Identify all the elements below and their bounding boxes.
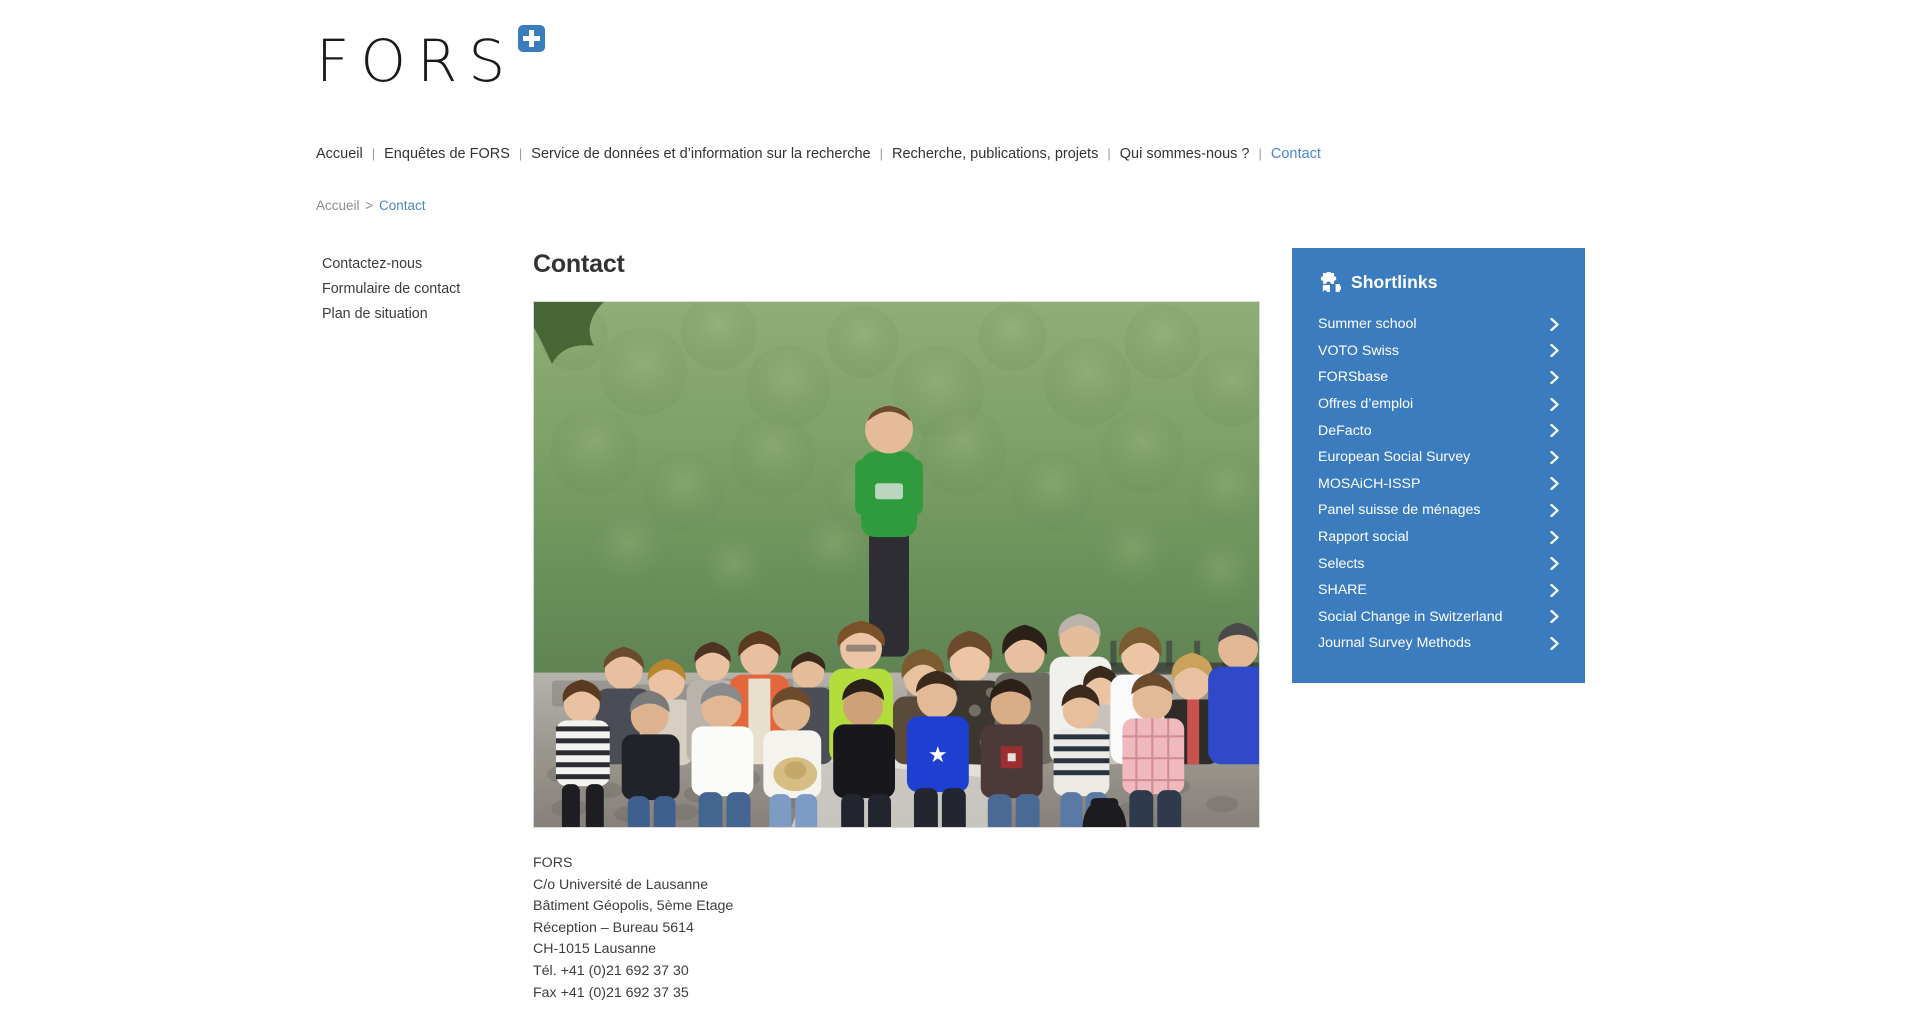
shortlink-label: DeFacto [1318,422,1372,439]
chevron-right-icon [1550,344,1559,358]
shortlink-forsbase[interactable]: FORSbase [1292,364,1585,391]
shortlinks-panel: Shortlinks Summer school VOTO Swiss FORS… [1292,248,1585,683]
shortlink-rapport-social[interactable]: Rapport social [1292,524,1585,551]
logo-wordmark[interactable]: FORS [316,14,516,90]
shortlink-label: FORSbase [1318,369,1389,386]
puzzle-piece-icon [1320,272,1341,293]
chevron-right-icon [1550,503,1559,517]
shortlinks-header: Shortlinks [1292,248,1585,307]
chevron-right-icon [1550,477,1559,491]
breadcrumb-separator: > [365,198,374,213]
swiss-cross-plus-icon [518,25,546,52]
chevron-right-icon [1550,636,1559,650]
nav-item-accueil[interactable]: Accueil [316,146,363,162]
nav-separator: | [879,146,883,161]
address-phone: Tél. +41 (0)21 692 37 30 [533,962,689,979]
sidebar-subnavigation: Contactez-nous Formulaire de contact Pla… [322,252,512,326]
chevron-right-icon [1550,557,1559,571]
nav-separator: | [371,146,376,161]
shortlink-label: SHARE [1318,582,1367,599]
main-navigation: Accueil | Enquêtes de FORS | Service de … [316,146,1321,162]
nav-item-qui-sommes-nous[interactable]: Qui sommes-nous ? [1120,146,1250,162]
shortlink-european-social-survey[interactable]: European Social Survey [1292,444,1585,471]
nav-item-recherche-publications[interactable]: Recherche, publications, projets [892,146,1098,162]
chevron-right-icon [1550,610,1559,624]
svg-text:★: ★ [928,743,948,768]
shortlink-label: Offres d’emploi [1318,396,1414,413]
shortlink-summer-school[interactable]: Summer school [1292,311,1585,338]
shortlink-label: Panel suisse de ménages [1318,502,1481,519]
nav-item-service-donnees[interactable]: Service de données et d’information sur … [531,146,870,162]
shortlink-defacto[interactable]: DeFacto [1292,417,1585,444]
sidebar-item-contactez-nous[interactable]: Contactez-nous [322,252,512,277]
shortlink-label: Summer school [1318,316,1417,333]
chevron-right-icon [1550,450,1559,464]
shortlink-label: Selects [1318,555,1365,572]
shortlink-social-change-in-switzerland[interactable]: Social Change in Switzerland [1292,604,1585,631]
sidebar-item-plan-de-situation[interactable]: Plan de situation [322,302,512,327]
shortlink-label: European Social Survey [1318,449,1471,466]
shortlink-label: Journal Survey Methods [1318,635,1471,652]
shortlinks-list: Summer school VOTO Swiss FORSbase Offres… [1292,307,1585,657]
chevron-right-icon [1550,370,1559,384]
breadcrumb: Accueil > Contact [316,198,425,213]
chevron-right-icon [1550,397,1559,411]
address-line: CH-1015 Lausanne [533,941,657,958]
main-content: Contact ★ FORS C/o Université de Lausann… [533,250,1261,1004]
nav-separator: | [518,146,523,161]
contact-address: FORS C/o Université de Lausanne Bâtiment… [533,853,1261,1004]
chevron-right-icon [1550,317,1559,331]
nav-separator: | [1107,146,1111,161]
address-fax: Fax +41 (0)21 692 37 35 [533,984,689,1001]
shortlink-share[interactable]: SHARE [1292,577,1585,604]
address-line: Bâtiment Géopolis, 5ème Etage [533,898,734,915]
nav-separator: | [1258,146,1262,161]
nav-item-contact[interactable]: Contact [1271,146,1321,162]
chevron-right-icon [1550,530,1559,544]
shortlink-selects[interactable]: Selects [1292,550,1585,577]
breadcrumb-home[interactable]: Accueil [316,198,360,213]
shortlink-label: Social Change in Switzerland [1318,608,1503,625]
shortlink-offres-emploi[interactable]: Offres d’emploi [1292,391,1585,418]
team-group-photo: ★ [533,301,1260,828]
address-line: Réception – Bureau 5614 [533,919,694,936]
nav-item-enquetes[interactable]: Enquêtes de FORS [384,146,510,162]
address-line: C/o Université de Lausanne [533,876,709,893]
address-line: FORS [533,855,573,871]
shortlink-mosaich-issp[interactable]: MOSAiCH-ISSP [1292,471,1585,498]
page-root: FORS Accueil | Enquêtes de FORS | Servic… [0,0,1920,1013]
shortlinks-title: Shortlinks [1351,272,1438,292]
shortlink-label: Rapport social [1318,529,1409,546]
chevron-right-icon [1550,583,1559,597]
team-group-photo-graphic: ★ [534,302,1259,827]
site-header: FORS [316,14,546,90]
chevron-right-icon [1550,424,1559,438]
sidebar-item-formulaire-de-contact[interactable]: Formulaire de contact [322,277,512,302]
shortlink-journal-survey-methods[interactable]: Journal Survey Methods [1292,630,1585,657]
shortlink-label: MOSAiCH-ISSP [1318,475,1421,492]
shortlink-label: VOTO Swiss [1318,342,1399,359]
page-title: Contact [533,250,625,278]
shortlink-panel-suisse-de-menages[interactable]: Panel suisse de ménages [1292,497,1585,524]
breadcrumb-current[interactable]: Contact [379,198,426,213]
shortlink-voto-swiss[interactable]: VOTO Swiss [1292,338,1585,365]
